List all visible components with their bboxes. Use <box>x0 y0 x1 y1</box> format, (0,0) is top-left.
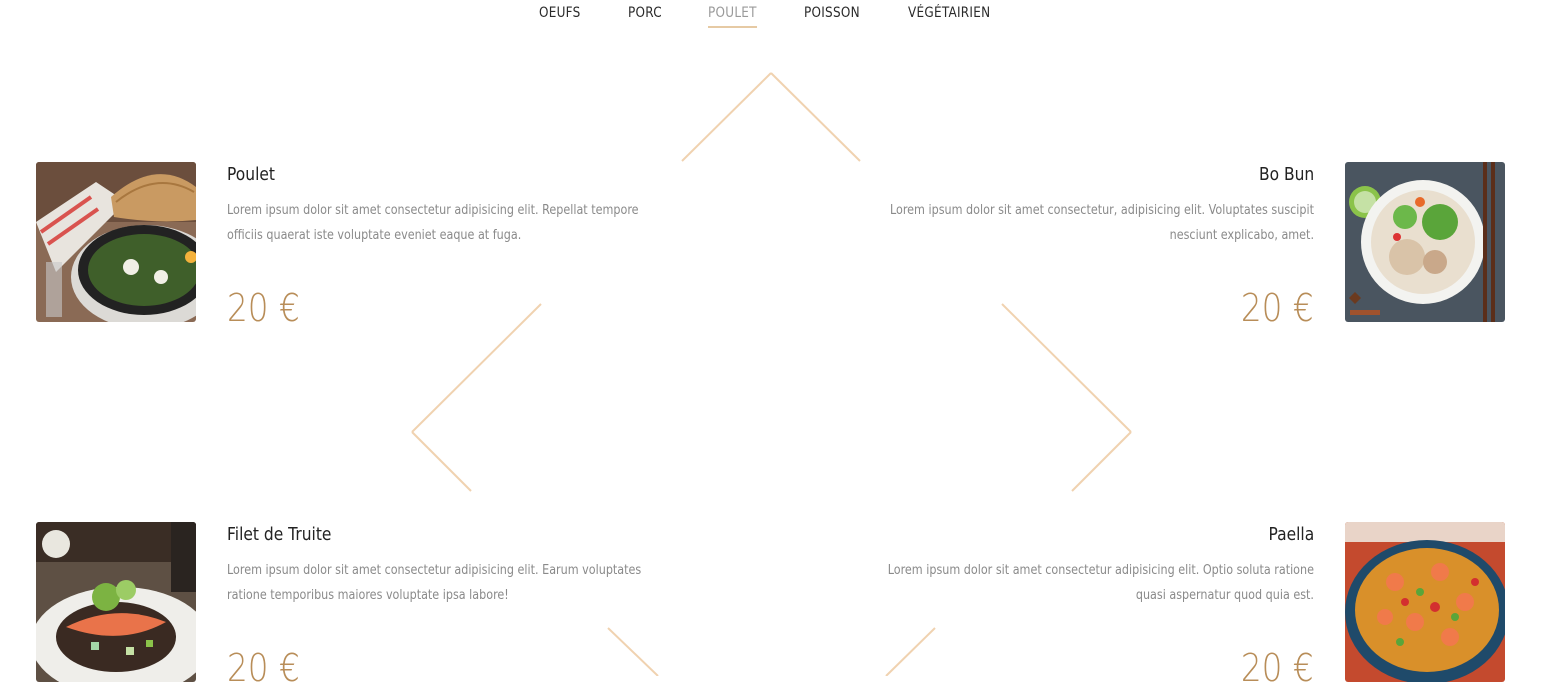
dish-name: Poulet <box>227 164 275 185</box>
dish-description: Lorem ipsum dolor sit amet consectetur a… <box>227 203 639 243</box>
dish-description: Lorem ipsum dolor sit amet consectetur a… <box>227 563 642 603</box>
dish-image-trout <box>36 522 196 682</box>
dish-price: 20 € <box>227 646 300 690</box>
dish-name: Filet de Truite <box>227 524 332 545</box>
dish-image-paella <box>1345 522 1505 682</box>
dish-name: Paella <box>1268 524 1314 545</box>
dish-image-noodle-bowl <box>1345 162 1505 322</box>
dish-image-shakshuka <box>36 162 196 322</box>
dish-price: 20 € <box>1241 286 1314 330</box>
dish-price: 20 € <box>1241 646 1314 690</box>
dish-description: Lorem ipsum dolor sit amet consectetur a… <box>887 563 1314 603</box>
dish-description: Lorem ipsum dolor sit amet consectetur, … <box>889 203 1314 243</box>
dish-price: 20 € <box>227 286 300 330</box>
dish-name: Bo Bun <box>1258 164 1314 185</box>
